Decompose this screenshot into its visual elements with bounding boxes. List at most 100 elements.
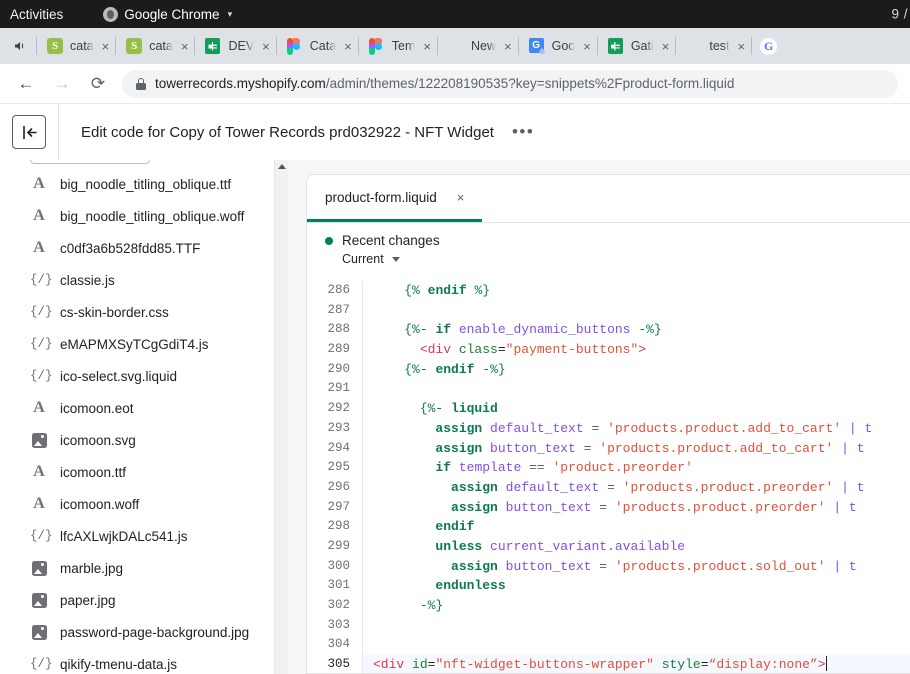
code-line[interactable]: 290 {%- endif -%} bbox=[307, 360, 910, 380]
code-line[interactable]: 289 <div class="payment-buttons"> bbox=[307, 340, 910, 360]
file-list-item[interactable]: Abig_noodle_titling_oblique.woff bbox=[0, 200, 288, 232]
lock-icon[interactable] bbox=[136, 78, 146, 90]
line-number: 292 bbox=[307, 399, 363, 419]
close-icon[interactable]: × bbox=[102, 40, 110, 53]
editor-tab-product-form[interactable]: product-form.liquid × bbox=[307, 175, 482, 222]
code-line[interactable]: 294 assign button_text = 'products.produ… bbox=[307, 439, 910, 459]
tab-audio-icon[interactable] bbox=[2, 39, 36, 53]
browser-tab[interactable]: Gati × bbox=[598, 29, 676, 63]
address-bar[interactable]: towerrecords.myshopify.com/admin/themes/… bbox=[122, 70, 898, 98]
shopify-icon: S bbox=[126, 38, 142, 54]
scroll-up-arrow-icon[interactable] bbox=[278, 164, 286, 169]
file-name: marble.jpg bbox=[60, 561, 123, 576]
code-line[interactable]: 305<div id="nft-widget-buttons-wrapper" … bbox=[307, 655, 910, 673]
url-host: towerrecords.myshopify.com bbox=[155, 76, 326, 91]
chevron-down-icon bbox=[392, 257, 400, 262]
file-list-item[interactable]: {/}ico-select.svg.liquid bbox=[0, 360, 288, 392]
browser-tab[interactable]: Tem × bbox=[359, 29, 437, 63]
code-line[interactable]: 304 bbox=[307, 635, 910, 655]
file-list-item[interactable]: Abig_noodle_titling_oblique.ttf bbox=[0, 168, 288, 200]
code-file-icon: {/} bbox=[30, 273, 48, 287]
browser-tab[interactable]: G Goo × bbox=[519, 29, 597, 63]
active-app-menu[interactable]: Google Chrome ▾ bbox=[103, 7, 232, 22]
browser-tab[interactable]: test × bbox=[676, 29, 751, 63]
font-file-icon: A bbox=[30, 463, 48, 481]
code-line[interactable]: 299 unless current_variant.available bbox=[307, 537, 910, 557]
close-icon[interactable]: × bbox=[583, 40, 591, 53]
file-list-item[interactable]: Aicomoon.eot bbox=[0, 392, 288, 424]
code-line-text: <div id="nft-widget-buttons-wrapper" sty… bbox=[363, 655, 827, 673]
code-line[interactable]: 297 assign button_text = 'products.produ… bbox=[307, 498, 910, 518]
exit-arrow-icon[interactable] bbox=[12, 115, 46, 149]
code-line-text: unless current_variant.available bbox=[363, 537, 685, 557]
chromium-icon bbox=[448, 38, 464, 54]
code-line[interactable]: 293 assign default_text = 'products.prod… bbox=[307, 419, 910, 439]
code-line[interactable]: 300 assign button_text = 'products.produ… bbox=[307, 557, 910, 577]
editor-card: product-form.liquid × Recent changes Cur… bbox=[306, 174, 910, 674]
file-list-item[interactable]: Aicomoon.woff bbox=[0, 488, 288, 520]
google-icon[interactable]: G bbox=[760, 38, 777, 55]
file-list-item[interactable]: {/}lfcAXLwjkDALc541.js bbox=[0, 520, 288, 552]
code-line[interactable]: 291 bbox=[307, 379, 910, 399]
file-list-item[interactable]: icomoon.svg bbox=[0, 424, 288, 456]
tab-title: Tem bbox=[392, 39, 416, 53]
code-line-text: {% endif %} bbox=[363, 281, 490, 301]
more-actions-button[interactable]: ••• bbox=[512, 128, 534, 136]
activities-button[interactable]: Activities bbox=[10, 7, 63, 22]
file-list-item[interactable]: Aicomoon.ttf bbox=[0, 456, 288, 488]
code-line[interactable]: 303 bbox=[307, 616, 910, 636]
file-list-item[interactable]: {/}cs-skin-border.css bbox=[0, 296, 288, 328]
code-line[interactable]: 286 {% endif %} bbox=[307, 281, 910, 301]
file-list-item[interactable]: {/}classie.js bbox=[0, 264, 288, 296]
tab-title: test bbox=[709, 39, 729, 53]
line-number: 287 bbox=[307, 301, 363, 321]
line-number: 299 bbox=[307, 537, 363, 557]
code-line[interactable]: 288 {%- if enable_dynamic_buttons -%} bbox=[307, 320, 910, 340]
code-line[interactable]: 302 -%} bbox=[307, 596, 910, 616]
file-list-item[interactable]: paper.jpg bbox=[0, 584, 288, 616]
font-file-icon: A bbox=[30, 495, 48, 513]
image-file-icon bbox=[32, 625, 47, 640]
code-editor[interactable]: 286 {% endif %}287288 {%- if enable_dyna… bbox=[307, 281, 910, 673]
recent-changes-title: Recent changes bbox=[325, 233, 910, 248]
browser-tab[interactable]: Cata × bbox=[277, 29, 358, 63]
line-number: 301 bbox=[307, 576, 363, 596]
file-list-item[interactable]: {/}qikify-tmenu-data.js bbox=[0, 648, 288, 674]
code-line[interactable]: 301 endunless bbox=[307, 576, 910, 596]
browser-tab[interactable]: DEV × bbox=[195, 29, 275, 63]
version-selector[interactable]: Current bbox=[342, 252, 910, 266]
file-list-item[interactable]: password-page-background.jpg bbox=[0, 616, 288, 648]
close-icon[interactable]: × bbox=[738, 40, 746, 53]
forward-button[interactable]: → bbox=[44, 66, 80, 102]
code-line[interactable]: 292 {%- liquid bbox=[307, 399, 910, 419]
close-icon[interactable]: × bbox=[344, 40, 352, 53]
code-line[interactable]: 287 bbox=[307, 301, 910, 321]
code-line-text: endunless bbox=[363, 576, 506, 596]
sidebar-scrollbar[interactable] bbox=[274, 160, 288, 674]
tab-title: cata bbox=[149, 39, 173, 53]
close-icon[interactable]: × bbox=[423, 40, 431, 53]
close-icon[interactable]: × bbox=[181, 40, 189, 53]
close-icon[interactable]: × bbox=[457, 190, 465, 205]
editor-pane: product-form.liquid × Recent changes Cur… bbox=[288, 160, 910, 674]
browser-tab[interactable]: S cata × bbox=[116, 29, 194, 63]
system-clock[interactable]: 9 / bbox=[891, 7, 908, 22]
file-list-item[interactable]: Ac0df3a6b528fdd85.TTF bbox=[0, 232, 288, 264]
back-button[interactable]: ← bbox=[8, 66, 44, 102]
close-icon[interactable]: × bbox=[262, 40, 270, 53]
browser-tab[interactable]: S cata × bbox=[37, 29, 115, 63]
browser-tab[interactable]: New × bbox=[438, 29, 518, 63]
file-name: paper.jpg bbox=[60, 593, 116, 608]
code-line[interactable]: 298 endif bbox=[307, 517, 910, 537]
code-line[interactable]: 295 if template == 'product.preorder' bbox=[307, 458, 910, 478]
code-line[interactable]: 296 assign default_text = 'products.prod… bbox=[307, 478, 910, 498]
image-file-icon bbox=[32, 561, 47, 576]
reload-button[interactable]: ⟳ bbox=[80, 66, 116, 102]
close-icon[interactable]: × bbox=[662, 40, 670, 53]
search-input[interactable] bbox=[30, 160, 150, 164]
file-name: lfcAXLwjkDALc541.js bbox=[60, 529, 188, 544]
file-list-item[interactable]: {/}eMAPMXSyTCgGdiT4.js bbox=[0, 328, 288, 360]
file-list-item[interactable]: marble.jpg bbox=[0, 552, 288, 584]
close-icon[interactable]: × bbox=[504, 40, 512, 53]
file-name: eMAPMXSyTCgGdiT4.js bbox=[60, 337, 209, 352]
